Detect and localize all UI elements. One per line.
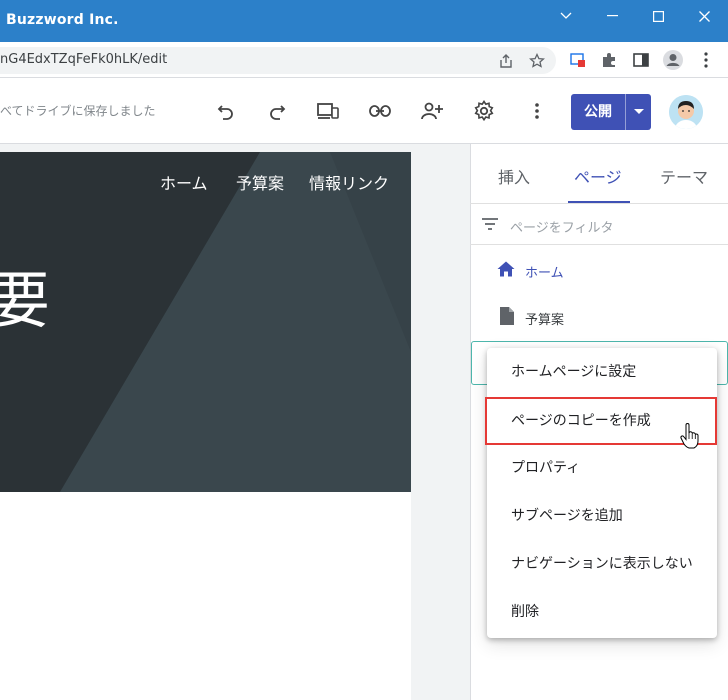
extension-screenshot-icon[interactable] bbox=[566, 48, 590, 72]
page-label-home: ホーム bbox=[525, 266, 564, 281]
home-icon bbox=[497, 261, 515, 277]
tab-insert[interactable]: 挿入 bbox=[498, 164, 530, 188]
publish-button[interactable]: 公開 bbox=[571, 94, 651, 130]
menu-item-properties[interactable]: プロパティ bbox=[487, 444, 717, 492]
hero-title: 要 bbox=[0, 264, 51, 337]
bookmark-star-icon[interactable] bbox=[525, 49, 549, 73]
editor-canvas: ホーム 予算案 情報リンク 要 bbox=[0, 144, 470, 700]
site-nav-budget[interactable]: 予算案 bbox=[236, 170, 284, 194]
site-nav-home[interactable]: ホーム bbox=[160, 170, 208, 194]
close-window-button[interactable] bbox=[681, 0, 727, 32]
tab-pages[interactable]: ページ bbox=[574, 164, 622, 188]
url-text: nG4EdxTZqFeFk0hLK/edit bbox=[0, 52, 168, 67]
filter-icon bbox=[482, 218, 498, 230]
filter-divider bbox=[470, 244, 728, 245]
settings-gear-icon[interactable] bbox=[472, 99, 496, 123]
user-avatar[interactable] bbox=[669, 95, 703, 129]
minimize-icon bbox=[606, 15, 618, 17]
tab-search-button[interactable] bbox=[543, 0, 589, 32]
close-icon bbox=[698, 10, 710, 22]
maximize-button[interactable] bbox=[635, 0, 681, 32]
window-title: Buzzword Inc. bbox=[6, 12, 119, 28]
publish-label: 公開 bbox=[584, 104, 612, 120]
hero-banner[interactable]: ホーム 予算案 情報リンク 要 bbox=[0, 152, 411, 492]
more-options-icon[interactable] bbox=[525, 99, 549, 123]
site-page-preview[interactable]: ホーム 予算案 情報リンク 要 bbox=[0, 152, 411, 700]
page-filter-placeholder: ページをフィルタ bbox=[510, 221, 614, 236]
link-icon[interactable] bbox=[368, 99, 392, 123]
page-icon bbox=[500, 307, 514, 325]
minimize-button[interactable] bbox=[589, 0, 635, 32]
page-context-menu: ホームページに設定 ページのコピーを作成 プロパティ サブページを追加 ナビゲー… bbox=[485, 348, 717, 638]
hero-background-shape bbox=[0, 152, 411, 492]
undo-icon[interactable] bbox=[214, 99, 238, 123]
extensions-puzzle-icon[interactable] bbox=[597, 48, 621, 72]
tabs-divider bbox=[470, 203, 728, 204]
window-titlebar: Buzzword Inc. bbox=[0, 0, 728, 42]
profile-icon[interactable] bbox=[661, 48, 685, 72]
chevron-down-icon bbox=[560, 12, 572, 19]
maximize-icon bbox=[652, 10, 664, 22]
page-label-budget: 予算案 bbox=[525, 313, 565, 328]
address-bar[interactable]: nG4EdxTZqFeFk0hLK/edit bbox=[0, 47, 556, 74]
redo-icon[interactable] bbox=[265, 99, 289, 123]
site-nav-info-links[interactable]: 情報リンク bbox=[309, 170, 389, 194]
side-panel-icon[interactable] bbox=[629, 48, 653, 72]
tab-themes[interactable]: テーマ bbox=[660, 164, 708, 188]
menu-item-hide-from-navigation[interactable]: ナビゲーションに表示しない bbox=[487, 540, 717, 588]
save-status: べてドライブに保存しました bbox=[0, 104, 156, 118]
publish-dropdown-icon[interactable] bbox=[626, 94, 651, 130]
menu-item-add-subpage[interactable]: サブページを追加 bbox=[487, 492, 717, 540]
menu-item-set-homepage[interactable]: ホームページに設定 bbox=[487, 348, 717, 396]
sites-editor-toolbar: べてドライブに保存しました 公開 bbox=[0, 78, 728, 144]
menu-item-delete[interactable]: 削除 bbox=[487, 588, 717, 636]
browser-menu-icon[interactable] bbox=[694, 48, 718, 72]
device-preview-icon[interactable] bbox=[316, 99, 340, 123]
hand-pointer-cursor-icon bbox=[680, 423, 699, 449]
share-icon[interactable] bbox=[494, 49, 518, 73]
browser-toolbar: nG4EdxTZqFeFk0hLK/edit bbox=[0, 42, 728, 78]
add-person-icon[interactable] bbox=[420, 99, 444, 123]
